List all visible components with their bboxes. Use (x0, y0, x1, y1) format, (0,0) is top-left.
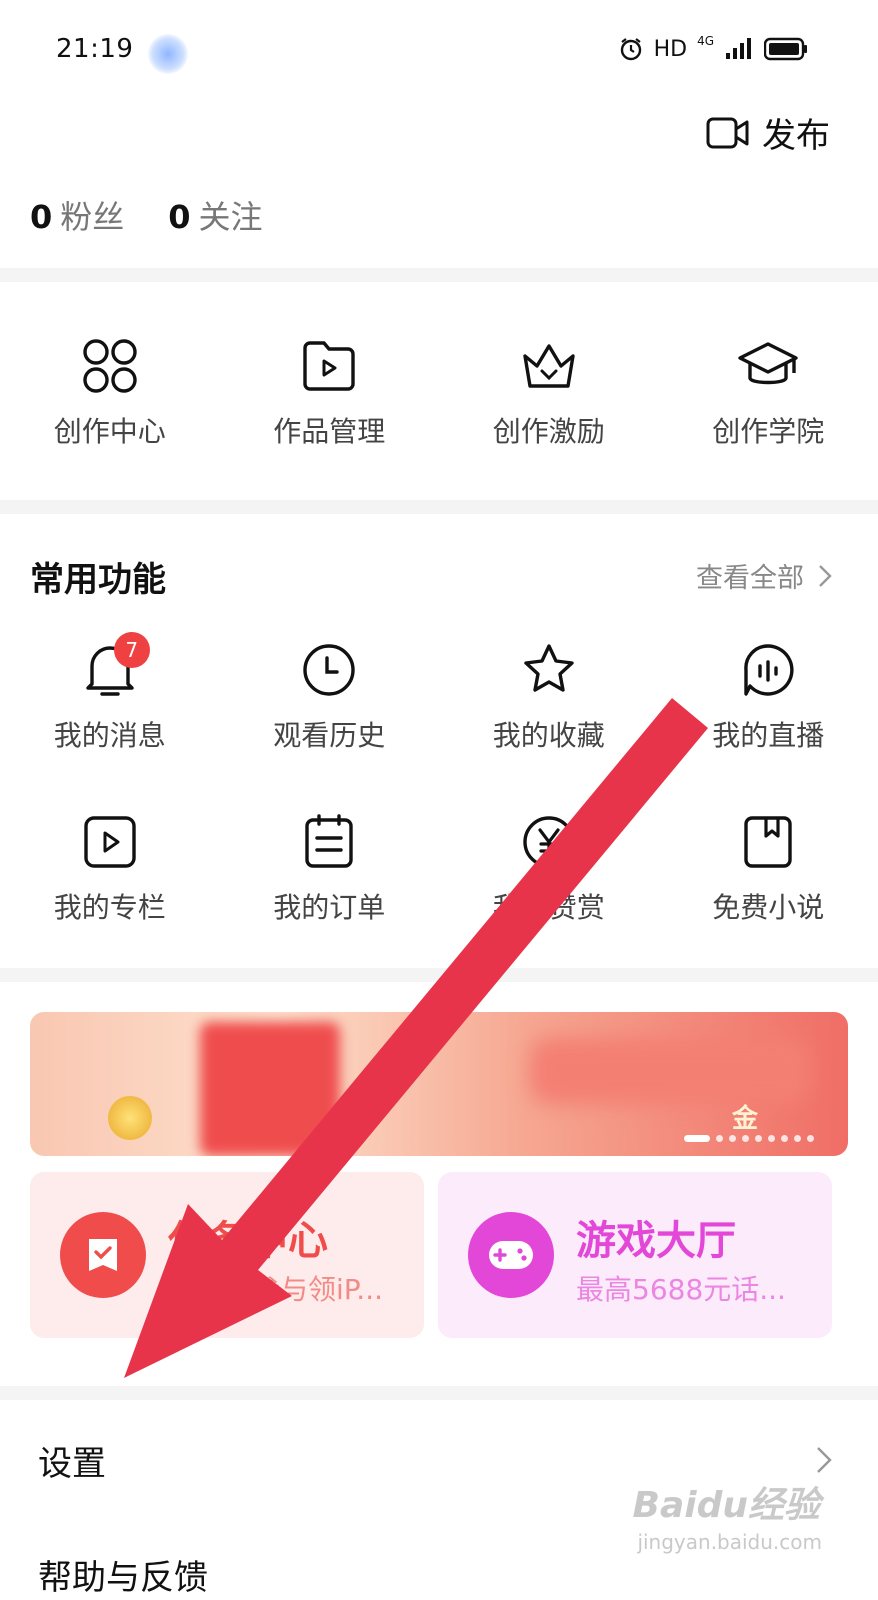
chevron-right-icon (817, 1447, 832, 1473)
promo-banner[interactable]: 金 (30, 1012, 848, 1156)
my-orders-item[interactable]: 我的订单 (220, 812, 440, 926)
my-column-item[interactable]: 我的专栏 (0, 812, 220, 926)
my-tips-item[interactable]: 我的赞赏 (439, 812, 659, 926)
unread-badge: 7 (113, 632, 150, 668)
grid-icon (83, 339, 137, 393)
creator-center-item[interactable]: 创作中心 (0, 336, 220, 450)
game-hall-title: 游戏大厅 (576, 1218, 736, 1264)
status-icons: HD 4G (618, 34, 808, 62)
clock-icon (303, 644, 355, 696)
my-favorites-item[interactable]: 我的收藏 (439, 640, 659, 754)
yen-coin-icon (523, 816, 575, 868)
follow-stats: 0 粉丝 0 关注 (30, 192, 263, 238)
play-square-icon (84, 816, 136, 868)
graduation-cap-icon (738, 342, 798, 385)
book-icon (744, 816, 792, 868)
baidu-watermark-url: jingyan.baidu.com (637, 1530, 822, 1554)
divider (0, 1386, 878, 1400)
view-all-link[interactable]: 查看全部 (696, 556, 832, 595)
common-functions-title: 常用功能 (30, 560, 166, 600)
creator-incentive-item[interactable]: 创作激励 (439, 336, 659, 450)
my-live-item[interactable]: 我的直播 (659, 640, 878, 754)
gamepad-icon (468, 1212, 554, 1298)
task-center-subtitle: 做任务参与领iP... (168, 1273, 384, 1306)
battery-icon (764, 37, 807, 61)
creator-academy-item[interactable]: 创作学院 (659, 336, 878, 450)
free-novels-item[interactable]: 免费小说 (659, 812, 878, 926)
banner-pagination (684, 1135, 814, 1142)
game-hall-subtitle: 最高5688元话... (576, 1273, 786, 1306)
common-row-1: 7 我的消息 观看历史 我的收藏 我的直播 (0, 632, 878, 754)
works-management-item[interactable]: 作品管理 (220, 336, 440, 450)
video-folder-icon (303, 341, 355, 391)
fans-stat[interactable]: 0 粉丝 (30, 192, 124, 238)
banner-text: 金 (731, 1104, 758, 1134)
status-blur-icon (148, 34, 188, 74)
star-icon (524, 644, 574, 692)
game-hall-card[interactable]: 游戏大厅 最高5688元话... (438, 1172, 832, 1338)
divider (0, 268, 878, 282)
live-icon (744, 644, 794, 696)
common-row-2: 我的专栏 我的订单 我的赞赏 免费小说 (0, 812, 878, 926)
watch-history-item[interactable]: 观看历史 (220, 640, 440, 754)
chevron-right-icon (819, 564, 832, 587)
red-arrow-annotation (124, 698, 708, 1378)
divider (0, 968, 878, 982)
coin-icon (108, 1096, 152, 1140)
alarm-icon (620, 38, 641, 61)
crown-icon (523, 344, 575, 388)
clipboard-icon (305, 814, 353, 868)
publish-label: 发布 (762, 116, 830, 156)
baidu-watermark-logo: Baidu经验 (632, 1485, 820, 1526)
creator-tools: 创作中心 作品管理 创作激励 创作学院 (0, 336, 878, 450)
signal-icon (726, 38, 751, 59)
task-center-card[interactable]: 任务中心 做任务参与领iP... (30, 1172, 424, 1338)
status-time: 21:19 (56, 34, 134, 64)
divider (0, 500, 878, 514)
banner-blurred-text (530, 1038, 810, 1104)
following-stat[interactable]: 0 关注 (168, 192, 262, 238)
banner-redpacket-image (200, 1022, 340, 1156)
video-camera-icon (706, 117, 749, 148)
my-messages-item[interactable]: 7 我的消息 (0, 632, 220, 754)
publish-button[interactable]: 发布 (706, 108, 830, 157)
network-hd-label: HD (653, 36, 688, 62)
ticket-check-icon (60, 1212, 146, 1298)
signal-4g-label: 4G (697, 34, 714, 48)
task-center-title: 任务中心 (168, 1218, 328, 1264)
